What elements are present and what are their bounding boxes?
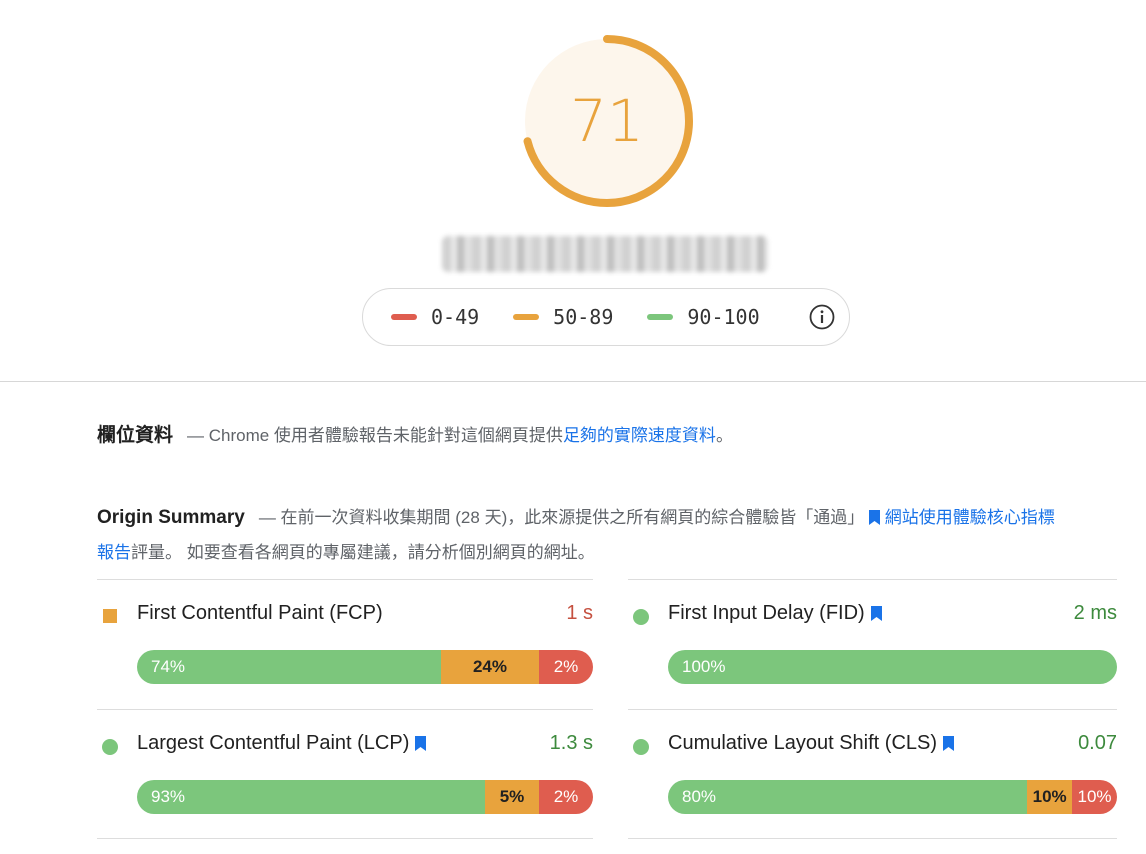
field-data-separator: — [187, 426, 205, 445]
origin-summary-text-end: 評量。 如要查看各網頁的專屬建議，請分析個別網頁的網址。 [131, 543, 595, 562]
legend-dash-red [391, 314, 417, 320]
performance-score: 71 [570, 87, 644, 155]
metric-cls-header: Cumulative Layout Shift (CLS) 0.07 [628, 732, 1117, 758]
bar-segment-good: 100% [668, 650, 1117, 684]
status-average-icon [103, 609, 117, 623]
bar-segment-poor: 2% [539, 650, 593, 684]
metric-cls-value: 0.07 [1078, 732, 1117, 754]
metric-lcp: Largest Contentful Paint (LCP) 1.3 s 93%… [97, 709, 593, 839]
metric-fid-label: First Input Delay (FID) [668, 602, 865, 624]
metric-lcp-header: Largest Contentful Paint (LCP) 1.3 s [97, 732, 593, 758]
metric-lcp-value: 1.3 s [549, 732, 593, 754]
metric-fid: First Input Delay (FID) 2 ms 100% [628, 579, 1117, 709]
field-data-notice: 欄位資料 — Chrome 使用者體驗報告未能針對這個網頁提供足夠的實際速度資料。 [97, 420, 733, 447]
section-divider [0, 381, 1146, 382]
metric-lcp-name: Largest Contentful Paint (LCP) [137, 732, 427, 755]
metric-fid-header: First Input Delay (FID) 2 ms [628, 602, 1117, 628]
bar-segment-average: 5% [485, 780, 539, 814]
legend-label-good: 90-100 [687, 305, 760, 329]
score-legend: 0-49 50-89 90-100 [362, 288, 850, 346]
metric-fid-value: 2 ms [1073, 602, 1117, 624]
origin-summary-title: Origin Summary [97, 507, 245, 528]
legend-item-good: 90-100 [647, 305, 760, 329]
bar-segment-average: 24% [440, 650, 539, 684]
legend-item-average: 50-89 [513, 305, 613, 329]
field-data-end: 。 [715, 426, 733, 445]
field-data-title: 欄位資料 [97, 425, 174, 446]
bar-segment-good: 74% [137, 650, 441, 684]
metric-fcp-name: First Contentful Paint (FCP) [137, 602, 383, 625]
metric-fid-name: First Input Delay (FID) [668, 602, 882, 625]
metric-lcp-distribution-bar: 93% 5% 2% [137, 780, 593, 814]
metric-lcp-label: Largest Contentful Paint (LCP) [137, 732, 410, 754]
bookmark-icon[interactable] [943, 736, 955, 751]
status-good-icon [633, 609, 649, 625]
metric-cls-distribution-bar: 80% 10% 10% [668, 780, 1117, 814]
bar-segment-good: 80% [668, 780, 1028, 814]
legend-item-poor: 0-49 [391, 305, 479, 329]
legend-label-average: 50-89 [553, 305, 614, 329]
legend-dash-orange [513, 314, 540, 320]
score-gauge: 71 [520, 34, 694, 208]
bookmark-icon[interactable] [870, 606, 882, 621]
page-url-blurred [442, 236, 768, 272]
bookmark-icon [868, 510, 880, 525]
metric-fid-distribution-bar: 100% [668, 650, 1117, 684]
metric-fcp-distribution-bar: 74% 24% 2% [137, 650, 593, 684]
bar-segment-poor: 2% [539, 780, 593, 814]
bar-segment-average: 10% [1027, 780, 1073, 814]
origin-summary-text: — 在前一次資料收集期間 (28 天)，此來源提供之所有網頁的綜合體驗皆「通過」 [258, 508, 865, 527]
field-data-link[interactable]: 足夠的實際速度資料 [563, 426, 716, 445]
info-icon[interactable] [809, 304, 835, 330]
metric-fcp-label: First Contentful Paint (FCP) [137, 602, 383, 624]
metric-fcp-value: 1 s [566, 602, 593, 624]
origin-summary: Origin Summary — 在前一次資料收集期間 (28 天)，此來源提供之… [97, 500, 1057, 570]
status-good-icon [102, 739, 118, 755]
legend-label-poor: 0-49 [431, 305, 480, 329]
metric-cls: Cumulative Layout Shift (CLS) 0.07 80% 1… [628, 709, 1117, 839]
metric-fcp-header: First Contentful Paint (FCP) 1 s [97, 602, 593, 628]
status-good-icon [633, 739, 649, 755]
bookmark-icon[interactable] [415, 736, 427, 751]
legend-dash-green [647, 314, 674, 320]
bar-segment-good: 93% [137, 780, 485, 814]
metric-cls-label: Cumulative Layout Shift (CLS) [668, 732, 938, 754]
metric-fcp: First Contentful Paint (FCP) 1 s 74% 24%… [97, 579, 593, 709]
bar-segment-poor: 10% [1072, 780, 1117, 814]
metric-cls-name: Cumulative Layout Shift (CLS) [668, 732, 955, 755]
field-data-text: Chrome 使用者體驗報告未能針對這個網頁提供 [208, 426, 563, 445]
